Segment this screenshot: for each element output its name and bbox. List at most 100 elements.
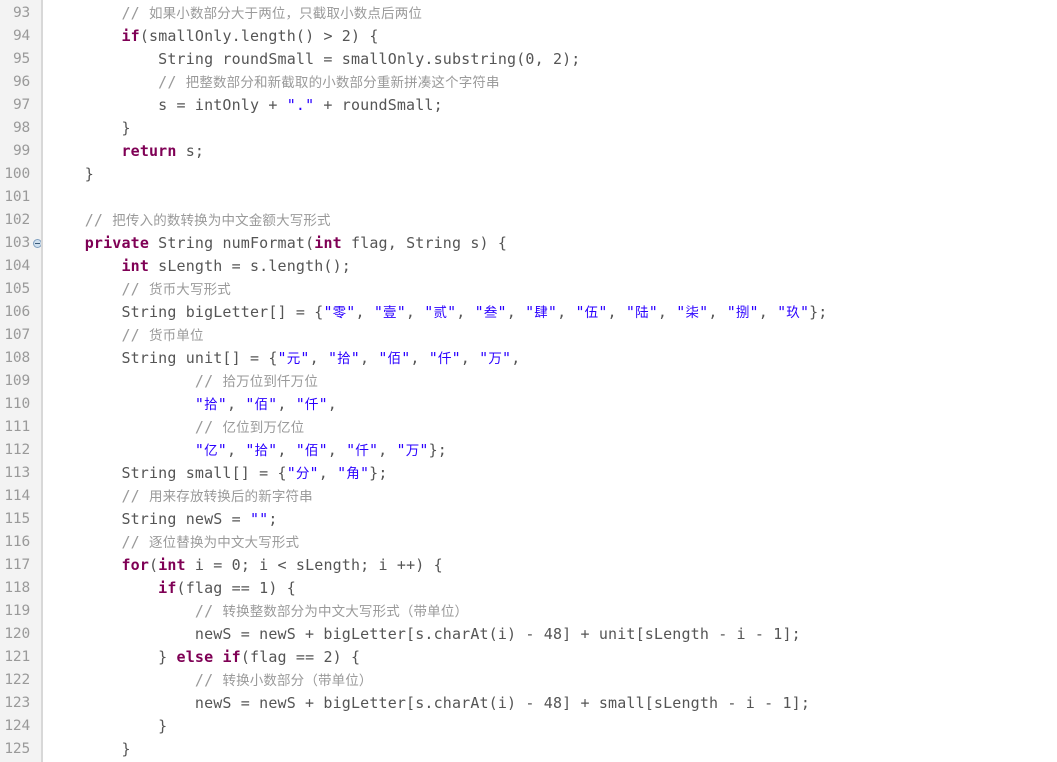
code-token-kw: int [158,556,186,574]
code-token-pln [48,257,121,275]
code-token-kw: for [121,556,149,574]
code-line[interactable]: // 把传入的数转换为中文金额大写形式 [48,209,1057,232]
code-token-cmt: 亿位到万亿位 [222,420,305,436]
code-token-str: " [625,303,636,321]
code-line[interactable]: if(flag == 1) { [48,577,1057,600]
code-editor[interactable]: 93 94 95 96 97 98 99 100 101 102 103 104 105 106 107 10… [0,0,1057,762]
code-line[interactable]: newS = newS + bigLetter[s.charAt(i) - 48… [48,692,1057,715]
code-line[interactable]: s = intOnly + "." + roundSmall; [48,94,1057,117]
code-token-str: 捌 [735,305,750,321]
code-token-cmt: // [48,326,149,344]
code-token-pln: , [327,441,347,459]
code-line[interactable]: "拾", "佰", "仟", [48,393,1057,416]
code-line[interactable]: // 货币大写形式 [48,278,1057,301]
code-line[interactable]: if(smallOnly.length() > 2) { [48,25,1057,48]
code-token-str: " [419,441,429,459]
code-text-area[interactable]: // 如果小数部分大于两位，只截取小数点后两位 if(smallOnly.len… [43,0,1057,762]
code-token-pln: , [309,349,328,367]
code-token-str: " [547,303,558,321]
code-line[interactable]: int sLength = s.length(); [48,255,1057,278]
code-line[interactable]: // 用来存放转换后的新字符串 [48,485,1057,508]
code-line[interactable]: newS = newS + bigLetter[s.charAt(i) - 48… [48,623,1057,646]
line-number: 97 [12,97,30,113]
code-token-cmt: 拾万位到仟万位 [222,374,318,390]
code-token-pln [48,142,121,160]
code-line[interactable]: String small[] = {"分", "角"}; [48,462,1057,485]
code-token-str: 伍 [584,305,599,321]
code-token-pln: String small[] = { [48,464,287,482]
code-line[interactable]: } [48,738,1057,761]
code-line[interactable]: // 把整数部分和新截取的小数部分重新拼凑这个字符串 [48,71,1057,94]
code-token-str: " [368,441,379,459]
code-token-pln: (flag == 1) { [176,579,296,597]
code-line[interactable]: } [48,715,1057,738]
line-number-gutter[interactable]: 93 94 95 96 97 98 99 100 101 102 103 104 105 106 107 10… [0,0,43,762]
code-token-str: 仟 [437,351,452,367]
code-token-pln: String bigLetter[] = { [48,303,324,321]
code-token-str: "." [286,96,315,114]
line-number: 121 [4,649,30,665]
code-token-pln: , [359,349,379,367]
code-token-str: " [268,395,278,413]
code-line[interactable]: String bigLetter[] = {"零", "壹", "贰", "叁"… [48,301,1057,324]
code-token-str: " [726,303,736,321]
line-number: 123 [4,695,30,711]
code-token-pln: , [410,349,429,367]
code-token-pln [48,556,121,574]
code-token-pln: ; [268,510,278,528]
code-token-str: " [309,464,319,482]
code-token-cmt: // [48,211,113,229]
code-token-str: " [777,303,787,321]
code-token-cmt: 把整数部分和新截取的小数部分重新拼凑这个字符串 [185,75,500,91]
code-line[interactable]: } else if(flag == 2) { [48,646,1057,669]
code-token-pln: , [511,349,521,367]
code-token-str: 佰 [387,351,402,367]
code-line[interactable]: } [48,163,1057,186]
code-token-pln: (flag == 2) { [240,648,361,666]
code-line[interactable]: // 逐位替换为中文大写形式 [48,531,1057,554]
code-token-str: " [300,349,310,367]
line-number: 108 [4,350,30,366]
code-line[interactable]: } [48,117,1057,140]
code-token-kw: return [121,142,177,160]
code-token-str: " [378,349,388,367]
code-token-str: "" [249,510,269,528]
code-line[interactable]: String roundSmall = smallOnly.substring(… [48,48,1057,71]
line-number-list: 93 94 95 96 97 98 99 100 101 102 103 104 105 106 107 10… [0,2,42,761]
code-token-str: 分 [295,466,310,482]
code-token-pln: , [277,441,296,459]
code-token-pln: newS = newS + bigLetter[s.charAt(i) - 48… [48,625,801,643]
line-number: 100 [4,166,30,182]
line-number: 106 [4,304,30,320]
code-line[interactable]: for(int i = 0; i < sLength; i ++) { [48,554,1057,577]
code-line[interactable]: // 如果小数部分大于两位，只截取小数点后两位 [48,2,1057,25]
code-line[interactable]: String newS = ""; [48,508,1057,531]
code-token-str: 柒 [685,305,700,321]
code-line[interactable]: return s; [48,140,1057,163]
code-token-kw: else [176,648,214,666]
code-token-pln: i = 0; i < sLength; i ++) { [185,556,443,574]
code-line[interactable]: "亿", "拾", "佰", "仟", "万"}; [48,439,1057,462]
line-number: 122 [4,672,30,688]
line-number: 124 [4,718,30,734]
code-line[interactable]: // 货币单位 [48,324,1057,347]
code-token-pln: String roundSmall = smallOnly.substring(… [48,50,581,68]
code-line[interactable] [48,186,1057,209]
code-token-str: 元 [286,351,301,367]
code-token-str: " [318,441,328,459]
code-line[interactable]: // 转换整数部分为中文大写形式（带单位） [48,600,1057,623]
line-number: 119 [4,603,30,619]
code-line[interactable]: // 转换小数部分（带单位） [48,669,1057,692]
code-token-kw: if [222,648,241,666]
code-token-cmt: // [48,602,223,620]
code-token-str: " [451,349,461,367]
code-line[interactable]: private String numFormat(int flag, Strin… [48,232,1057,255]
line-number: 116 [4,534,30,550]
code-line[interactable]: // 亿位到万亿位 [48,416,1057,439]
line-number: 115 [4,511,30,527]
line-number: 101 [4,189,30,205]
code-token-str: 肆 [534,305,548,321]
code-line[interactable]: String unit[] = {"元", "拾", "佰", "仟", "万"… [48,347,1057,370]
code-line[interactable]: // 拾万位到仟万位 [48,370,1057,393]
code-token-str: " [401,349,411,367]
